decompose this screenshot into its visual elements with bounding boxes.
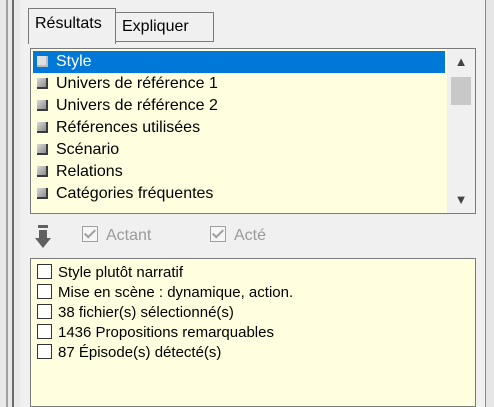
checkbox-icon[interactable] xyxy=(37,324,52,339)
square-bullet-icon xyxy=(37,78,48,89)
list-item-scenario[interactable]: Scénario xyxy=(33,139,445,161)
result-label: Style plutôt narratif xyxy=(58,264,184,281)
list-item-label: Scénario xyxy=(56,141,120,158)
result-label: Mise en scène : dynamique, action. xyxy=(58,284,294,301)
down-arrow-icon[interactable] xyxy=(34,224,52,250)
checkbox-icon[interactable] xyxy=(37,284,52,299)
square-bullet-icon xyxy=(37,188,48,199)
square-bullet-icon xyxy=(37,122,48,133)
list-item-label: Univers de référence 1 xyxy=(56,75,218,92)
square-bullet-icon xyxy=(37,144,48,155)
scroll-up-icon[interactable]: ▲ xyxy=(447,51,475,73)
tab-resultats[interactable]: Résultats xyxy=(28,8,116,44)
list-item-label: Catégories fréquentes xyxy=(56,185,214,202)
actant-checkbox[interactable]: Actant xyxy=(82,226,151,246)
result-item[interactable]: 1436 Propositions remarquables xyxy=(37,323,274,343)
list-item-relations[interactable]: Relations xyxy=(33,161,445,183)
list-item-univers-1[interactable]: Univers de référence 1 xyxy=(33,73,445,95)
list-item-references[interactable]: Références utilisées xyxy=(33,117,445,139)
list-item-univers-2[interactable]: Univers de référence 2 xyxy=(33,95,445,117)
list-scrollbar[interactable]: ▲ ▼ xyxy=(447,49,475,213)
category-list[interactable]: Style Univers de référence 1 Univers de … xyxy=(30,48,476,214)
checkbox-icon[interactable] xyxy=(37,304,52,319)
checkbox-icon[interactable] xyxy=(37,264,52,279)
results-list[interactable]: Style plutôt narratif Mise en scène : dy… xyxy=(30,258,476,407)
acte-label: Acté xyxy=(234,227,267,244)
result-label: 38 fichier(s) sélectionné(s) xyxy=(58,304,234,321)
list-item-label: Relations xyxy=(56,163,123,180)
list-item-label: Références utilisées xyxy=(56,119,201,136)
square-bullet-icon xyxy=(37,166,48,177)
acte-checkbox[interactable]: Acté xyxy=(210,226,266,246)
result-item[interactable]: Mise en scène : dynamique, action. xyxy=(37,283,293,303)
result-label: 1436 Propositions remarquables xyxy=(58,324,274,341)
result-item[interactable]: 87 Épisode(s) détecté(s) xyxy=(37,343,221,363)
square-bullet-icon xyxy=(37,56,48,67)
checkbox-checked-icon xyxy=(210,226,226,242)
actant-label: Actant xyxy=(106,227,152,244)
list-item-categories[interactable]: Catégories fréquentes xyxy=(33,183,445,205)
scroll-down-icon[interactable]: ▼ xyxy=(447,189,475,211)
result-label: 87 Épisode(s) détecté(s) xyxy=(58,344,222,361)
list-item-label: Univers de référence 2 xyxy=(56,97,218,114)
result-item[interactable]: Style plutôt narratif xyxy=(37,263,183,283)
checkbox-icon[interactable] xyxy=(37,344,52,359)
list-item-label: Style xyxy=(56,53,92,70)
filter-toolbar: Actant Acté xyxy=(28,218,478,254)
list-item-style[interactable]: Style xyxy=(33,51,445,73)
square-bullet-icon xyxy=(37,100,48,111)
window-right-border xyxy=(485,0,494,407)
tab-expliquer[interactable]: Expliquer xyxy=(116,12,214,42)
result-item[interactable]: 38 fichier(s) sélectionné(s) xyxy=(37,303,234,323)
window-left-border xyxy=(0,0,20,407)
scroll-thumb[interactable] xyxy=(451,77,471,105)
checkbox-checked-icon xyxy=(82,226,98,242)
